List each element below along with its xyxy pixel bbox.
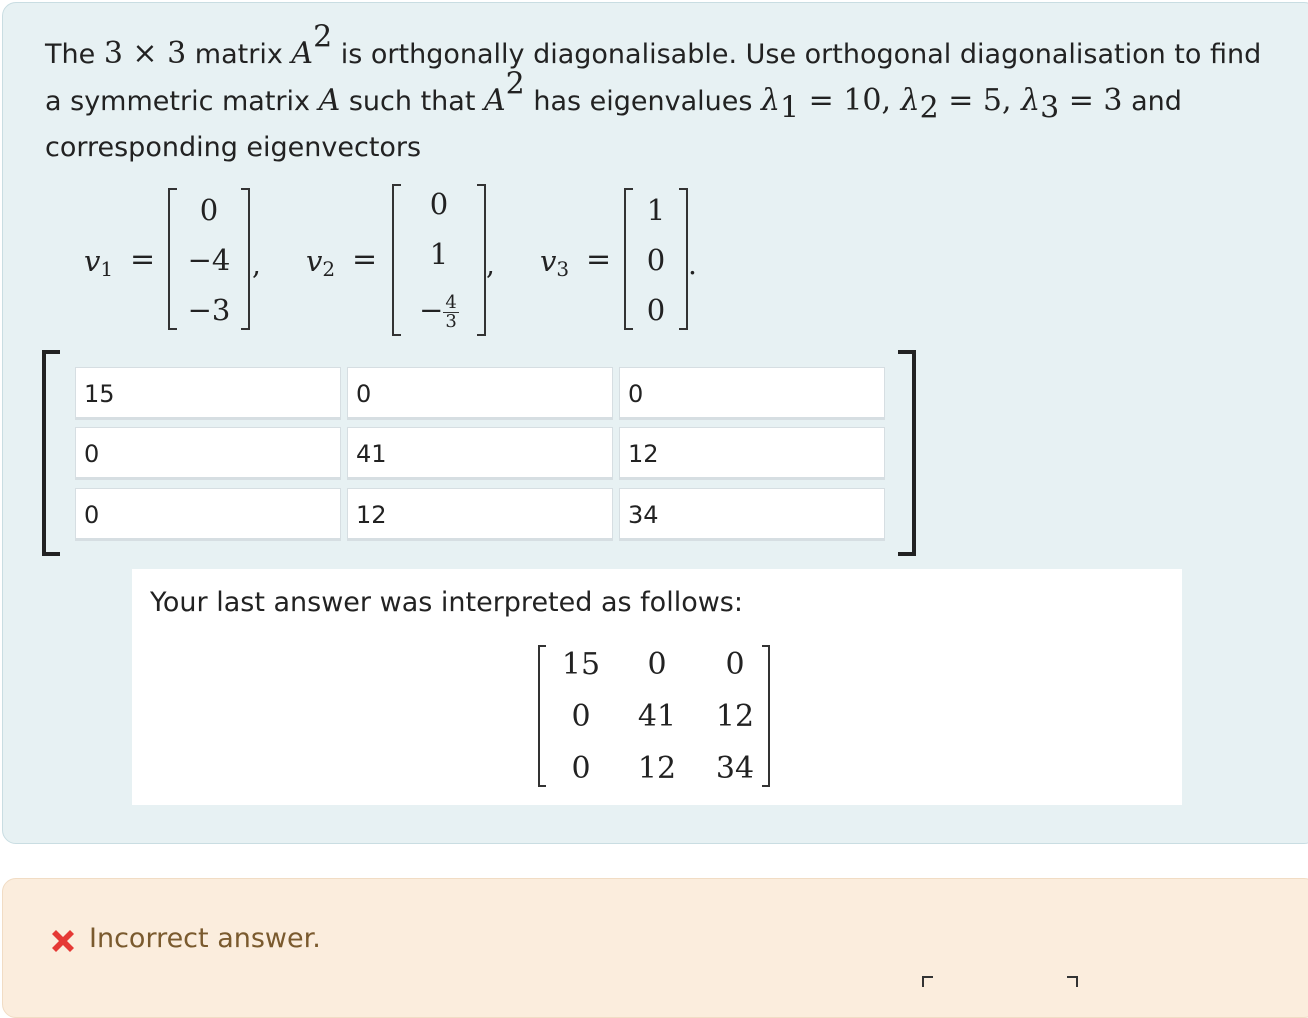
vector-v3-label: v3 [540, 244, 570, 281]
preview-cell: 0 [647, 647, 667, 682]
matrix-input-r3c3[interactable]: 34 [619, 488, 885, 541]
vector-entry: 1 [429, 237, 449, 271]
equals-sign: = [130, 242, 156, 277]
preview-cell: 15 [561, 647, 601, 682]
vector-v1-label: v1 [84, 244, 114, 281]
vector-entry: −3 [187, 293, 231, 327]
preview-cell: 12 [715, 699, 755, 734]
period: . [688, 248, 697, 281]
matrix-input-r1c1[interactable]: 15 [75, 367, 341, 420]
preview-cell: 0 [725, 647, 745, 682]
cross-icon [52, 930, 74, 952]
preview-cell: 0 [571, 751, 591, 786]
matrix-input-r3c1[interactable]: 0 [75, 488, 341, 541]
matrix-input-r3c2[interactable]: 12 [347, 488, 613, 541]
vector-entry: 1 [646, 193, 666, 227]
vector-v2-label: v2 [306, 244, 336, 281]
answer-preview: Your last answer was interpreted as foll… [132, 569, 1182, 805]
matrix-bracket-partial [922, 976, 1078, 987]
matrix-input-r2c2[interactable]: 41 [347, 427, 613, 480]
matrix-input-r2c1[interactable]: 0 [75, 427, 341, 480]
preview-matrix: 15 0 0 0 41 12 0 12 34 [538, 645, 770, 787]
vector-v1: 0 −4 −3 [168, 188, 250, 330]
vector-entry: 0 [646, 243, 666, 277]
equals-sign: = [352, 242, 378, 277]
preview-label: Your last answer was interpreted as foll… [150, 587, 743, 618]
equals-sign: = [586, 242, 612, 277]
vector-v2: 0 1 −4 3 [392, 184, 486, 336]
preview-cell: 34 [715, 751, 755, 786]
vector-v3: 1 0 0 [624, 188, 688, 330]
vector-entry: 0 [646, 293, 666, 327]
vector-entry: 0 [429, 187, 449, 221]
comma: , [252, 248, 261, 281]
vector-entry: −4 [187, 243, 231, 277]
feedback-text: Incorrect answer. [89, 923, 321, 954]
preview-cell: 41 [637, 699, 677, 734]
matrix-input-r2c3[interactable]: 12 [619, 427, 885, 480]
preview-cell: 0 [571, 699, 591, 734]
feedback-panel: Incorrect answer. [2, 878, 1308, 1018]
matrix-input-r1c3[interactable]: 0 [619, 367, 885, 420]
comma: , [486, 248, 495, 281]
matrix-left-bracket [42, 350, 60, 556]
question-prompt: The 3 × 3 matrix A2 is orthgonally diago… [45, 19, 1262, 163]
matrix-right-bracket [898, 350, 916, 556]
matrix-input-r1c2[interactable]: 0 [347, 367, 613, 420]
vector-entry: 0 [199, 193, 219, 227]
vector-entry-fraction: −4 3 [419, 291, 459, 332]
preview-cell: 12 [637, 751, 677, 786]
